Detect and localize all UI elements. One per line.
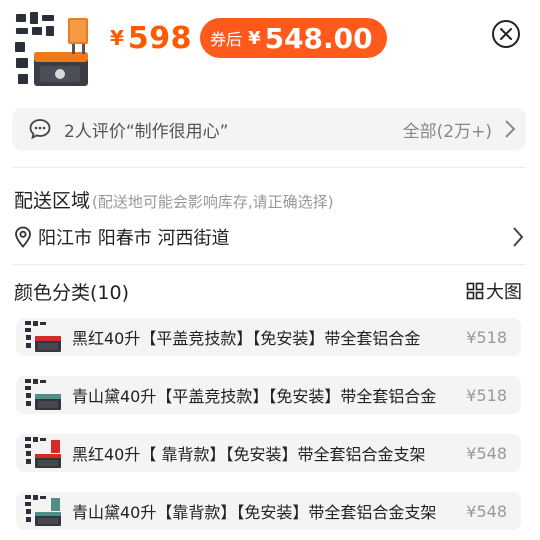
option-name: 青山黛40升【靠背款】【免安装】带全套铝合金支架 bbox=[72, 503, 437, 522]
review-snippet: 2人评价“制作很用心” bbox=[64, 121, 229, 142]
option-price: ¥548 bbox=[466, 501, 507, 521]
option-name: 青山黛40升【平盖竞技款】【免安装】带全套铝合金 bbox=[72, 387, 437, 406]
coupon-price: 548.00 bbox=[264, 21, 373, 55]
close-icon bbox=[500, 28, 512, 40]
color-option[interactable]: 黑红40升【 靠背款】【免安装】带全套铝合金支架 ¥548 bbox=[16, 434, 521, 472]
coupon-currency: ¥ bbox=[248, 27, 261, 49]
close-button[interactable] bbox=[492, 20, 520, 48]
option-name: 黑红40升【 靠背款】【免安装】带全套铝合金支架 bbox=[72, 445, 426, 464]
chat-bubble-icon bbox=[29, 119, 51, 140]
divider bbox=[12, 264, 526, 265]
chevron-right-icon bbox=[513, 227, 524, 247]
big-image-label: 大图 bbox=[486, 282, 522, 303]
original-price: 598 bbox=[127, 20, 193, 56]
product-header: ¥ 598 券后 ¥ 548.00 bbox=[0, 0, 540, 100]
delivery-address: 阳江市 阳春市 河西街道 bbox=[38, 228, 230, 249]
coupon-price-badge: 券后 ¥ 548.00 bbox=[200, 18, 387, 58]
big-image-toggle[interactable]: 大图 bbox=[466, 278, 522, 304]
option-thumbnail bbox=[25, 379, 61, 410]
coupon-label: 券后 bbox=[210, 30, 243, 49]
option-name: 黑红40升【平盖竞技款】【免安装】带全套铝合金 bbox=[72, 329, 421, 348]
color-option[interactable]: 青山黛40升【靠背款】【免安装】带全套铝合金支架 ¥548 bbox=[16, 492, 521, 530]
option-price: ¥518 bbox=[466, 327, 507, 347]
location-pin-icon bbox=[15, 226, 31, 248]
delivery-note: (配送地可能会影响库存,请正确选择) bbox=[92, 193, 334, 211]
color-category-heading: 颜色分类(10) bbox=[14, 282, 130, 304]
price-currency: ¥ bbox=[110, 26, 124, 50]
divider bbox=[12, 167, 526, 168]
price-row: ¥ 598 券后 ¥ 548.00 bbox=[110, 16, 387, 60]
option-price: ¥548 bbox=[466, 443, 507, 463]
delivery-heading: 配送区域 (配送地可能会影响库存,请正确选择) bbox=[14, 186, 334, 213]
product-thumbnail[interactable] bbox=[12, 10, 92, 90]
grid-view-icon bbox=[466, 282, 484, 300]
option-price: ¥518 bbox=[466, 385, 507, 405]
delivery-address-selector[interactable]: 阳江市 阳春市 河西街道 bbox=[14, 222, 524, 252]
review-summary-bar[interactable]: 2人评价“制作很用心” 全部(2万+) bbox=[12, 108, 526, 150]
option-thumbnail bbox=[25, 321, 61, 352]
color-option[interactable]: 黑红40升【平盖竞技款】【免安装】带全套铝合金 ¥518 bbox=[16, 318, 521, 356]
review-all-link[interactable]: 全部(2万+) bbox=[403, 117, 492, 142]
color-option[interactable]: 青山黛40升【平盖竞技款】【免安装】带全套铝合金 ¥518 bbox=[16, 376, 521, 414]
option-thumbnail bbox=[25, 437, 61, 468]
option-thumbnail bbox=[25, 495, 61, 526]
delivery-title: 配送区域 bbox=[14, 190, 91, 212]
chevron-right-icon bbox=[505, 120, 516, 138]
